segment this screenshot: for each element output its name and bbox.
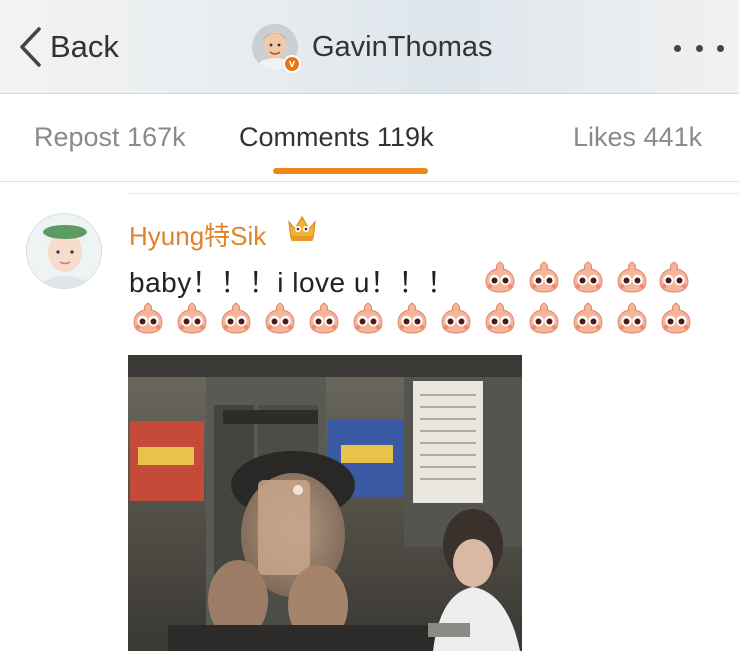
navigation-bar: Back v GavinThomas — [0, 0, 739, 94]
profile-header[interactable]: v GavinThomas — [252, 22, 493, 73]
divider — [128, 193, 739, 194]
peach-emoji-icon — [570, 259, 606, 295]
dot-icon — [695, 44, 703, 52]
chevron-left-icon — [20, 27, 41, 67]
back-label: Back — [50, 29, 119, 64]
peach-emoji-icon — [262, 300, 298, 336]
comment-text: baby！！！i love u！！！ — [129, 267, 456, 298]
dot-icon — [674, 44, 681, 52]
peach-emoji-icon — [656, 259, 692, 295]
peach-emoji-icon — [394, 300, 430, 336]
peach-emoji-icon — [482, 259, 518, 295]
more-options-button[interactable] — [674, 36, 724, 60]
peach-emoji-icon — [526, 259, 562, 295]
peach-emoji-icon — [218, 300, 254, 336]
peach-emoji-icon — [438, 300, 474, 336]
peach-emoji-icon — [614, 300, 650, 336]
dot-icon — [717, 44, 724, 52]
peach-emoji-icon — [526, 300, 562, 336]
peach-emoji-icon — [306, 300, 342, 336]
comment-photo[interactable] — [128, 355, 522, 651]
profile-avatar[interactable]: v — [252, 24, 301, 73]
profile-username[interactable]: GavinThomas — [312, 31, 493, 64]
peach-emoji-icon — [658, 300, 694, 336]
commenter-avatar[interactable] — [26, 213, 102, 289]
comment-author[interactable]: Hyung特Sik — [129, 216, 266, 253]
tab-likes[interactable]: Likes 441k — [573, 122, 702, 153]
back-button[interactable]: Back — [18, 22, 119, 72]
peach-emoji-icon — [482, 300, 518, 336]
verified-badge: v — [283, 55, 301, 73]
peach-emoji-icon — [174, 300, 210, 336]
tab-repost[interactable]: Repost 167k — [34, 122, 186, 153]
peach-emoji-icon — [614, 259, 650, 295]
peach-emoji-icon — [350, 300, 386, 336]
crown-icon — [286, 213, 318, 248]
peach-emoji-icon — [130, 300, 166, 336]
peach-emoji-icon — [570, 300, 606, 336]
tab-comments[interactable]: Comments 119k — [239, 122, 434, 153]
active-tab-indicator — [273, 168, 428, 174]
